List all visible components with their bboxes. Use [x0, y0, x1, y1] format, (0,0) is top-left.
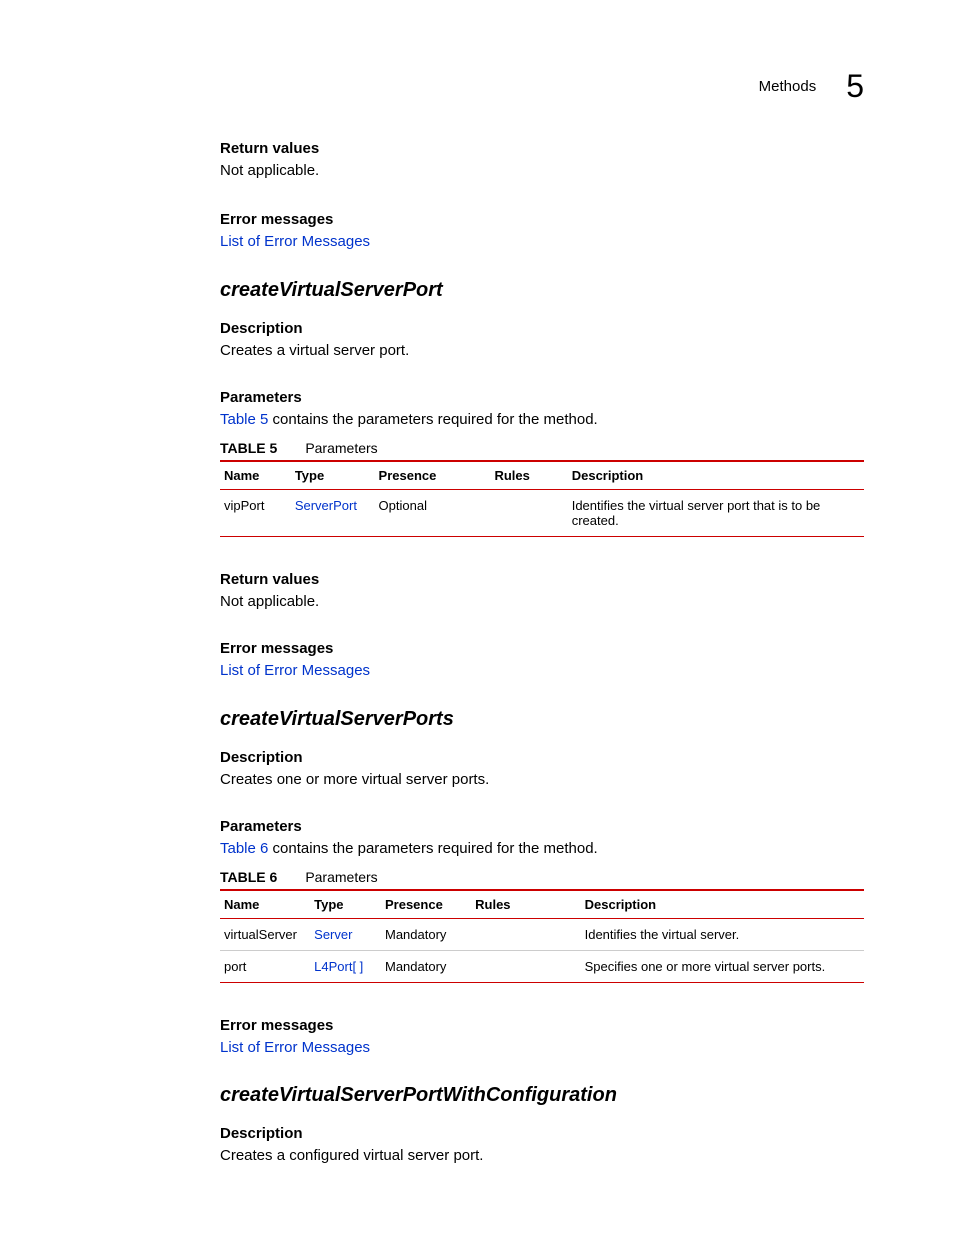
- description-heading: Description: [220, 320, 864, 337]
- table-6-link[interactable]: Table 6: [220, 840, 268, 857]
- error-messages-block: Error messages List of Error Messages: [220, 211, 864, 252]
- return-values-block: Return values Not applicable.: [220, 140, 864, 181]
- description-text: Creates a virtual server port.: [220, 341, 864, 361]
- table-5: Name Type Presence Rules Description vip…: [220, 460, 864, 537]
- col-name: Name: [220, 461, 291, 490]
- description-text: Creates one or more virtual server ports…: [220, 770, 864, 790]
- return-values-heading: Return values: [220, 571, 864, 588]
- cell-rules: [490, 490, 567, 537]
- header-section-label: Methods: [759, 78, 817, 95]
- col-rules: Rules: [490, 461, 567, 490]
- col-presence: Presence: [375, 461, 491, 490]
- cell-name: port: [220, 951, 310, 983]
- cell-desc: Identifies the virtual server port that …: [568, 490, 864, 537]
- method-title-createVirtualServerPorts: createVirtualServerPorts: [220, 708, 864, 731]
- cell-desc: Specifies one or more virtual server por…: [581, 951, 864, 983]
- cell-presence: Mandatory: [381, 951, 471, 983]
- col-presence: Presence: [381, 890, 471, 919]
- table-6-label: TABLE 6: [220, 869, 277, 885]
- method-title-createVirtualServerPort: createVirtualServerPort: [220, 279, 864, 302]
- chapter-number: 5: [846, 68, 864, 105]
- cell-presence: Optional: [375, 490, 491, 537]
- table-6-title: Parameters: [305, 869, 377, 885]
- page-header: Methods 5: [759, 68, 864, 105]
- cell-desc: Identifies the virtual server.: [581, 919, 864, 951]
- table-header-row: Name Type Presence Rules Description: [220, 890, 864, 919]
- table-5-link[interactable]: Table 5: [220, 411, 268, 428]
- description-heading: Description: [220, 749, 864, 766]
- cell-rules: [471, 951, 580, 983]
- col-rules: Rules: [471, 890, 580, 919]
- table-row: vipPort ServerPort Optional Identifies t…: [220, 490, 864, 537]
- parameters-intro-text: contains the parameters required for the…: [268, 411, 597, 428]
- error-messages-heading: Error messages: [220, 211, 864, 228]
- parameters-intro: Table 5 contains the parameters required…: [220, 410, 864, 430]
- error-messages-heading: Error messages: [220, 640, 864, 657]
- return-values-text: Not applicable.: [220, 161, 864, 181]
- col-type: Type: [310, 890, 381, 919]
- content: Return values Not applicable. Error mess…: [220, 140, 864, 1167]
- table-5-label: TABLE 5: [220, 440, 277, 456]
- table-6-caption: TABLE 6 Parameters: [220, 869, 864, 885]
- parameters-intro: Table 6 contains the parameters required…: [220, 839, 864, 859]
- col-type: Type: [291, 461, 375, 490]
- col-description: Description: [568, 461, 864, 490]
- table-row: virtualServer Server Mandatory Identifie…: [220, 919, 864, 951]
- table-5-caption: TABLE 5 Parameters: [220, 440, 864, 456]
- parameters-heading: Parameters: [220, 389, 864, 406]
- description-text: Creates a configured virtual server port…: [220, 1146, 864, 1166]
- cell-type-link[interactable]: L4Port[ ]: [314, 959, 363, 974]
- cell-name: vipPort: [220, 490, 291, 537]
- cell-type-link[interactable]: ServerPort: [295, 498, 357, 513]
- error-messages-link[interactable]: List of Error Messages: [220, 1039, 370, 1056]
- description-heading: Description: [220, 1125, 864, 1142]
- col-description: Description: [581, 890, 864, 919]
- table-header-row: Name Type Presence Rules Description: [220, 461, 864, 490]
- return-values-text: Not applicable.: [220, 592, 864, 612]
- parameters-heading: Parameters: [220, 818, 864, 835]
- return-values-heading: Return values: [220, 140, 864, 157]
- table-row: port L4Port[ ] Mandatory Specifies one o…: [220, 951, 864, 983]
- method-title-createVirtualServerPortWithConfiguration: createVirtualServerPortWithConfiguration: [220, 1084, 864, 1107]
- error-messages-link[interactable]: List of Error Messages: [220, 662, 370, 679]
- col-name: Name: [220, 890, 310, 919]
- cell-presence: Mandatory: [381, 919, 471, 951]
- cell-rules: [471, 919, 580, 951]
- cell-name: virtualServer: [220, 919, 310, 951]
- table-6: Name Type Presence Rules Description vir…: [220, 889, 864, 983]
- error-messages-link[interactable]: List of Error Messages: [220, 233, 370, 250]
- page: Methods 5 Return values Not applicable. …: [0, 0, 954, 1235]
- cell-type-link[interactable]: Server: [314, 927, 352, 942]
- error-messages-heading: Error messages: [220, 1017, 864, 1034]
- parameters-intro-text: contains the parameters required for the…: [268, 840, 597, 857]
- table-5-title: Parameters: [305, 440, 377, 456]
